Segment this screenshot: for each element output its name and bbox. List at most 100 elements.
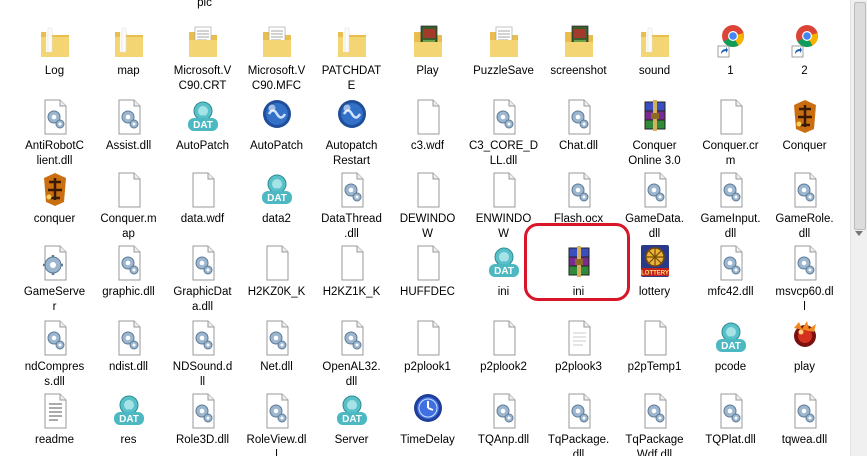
file-item[interactable]: Autopatch Restart [315,97,388,169]
file-item[interactable]: Microsoft.V C90.MFC [240,22,313,94]
file-item[interactable]: H2KZ1K_K [315,243,388,315]
file-item[interactable]: conquer [18,170,91,242]
file-item[interactable]: Conquer Online 3.0 [618,97,691,169]
file-item-label: data.wdf [180,213,225,225]
file-item[interactable]: Role3D.dll [166,391,239,456]
file-item-label: ndist.dll [109,361,148,373]
file-item-label: tqwea.dll [781,434,828,446]
file-item[interactable]: Conquer [768,97,841,169]
blank-file-icon [336,243,368,283]
blank-file-icon [261,243,293,283]
dll-file-icon [261,318,293,358]
file-item[interactable]: tqwea.dll [768,391,841,456]
file-item[interactable]: 2 [768,22,841,94]
file-item[interactable]: play [768,318,841,390]
scroll-thumb[interactable] [854,2,866,230]
file-item[interactable]: DAT res [92,391,165,456]
file-item[interactable]: 1 [694,22,767,94]
file-item[interactable]: Microsoft.V C90.CRT [166,22,239,94]
file-item[interactable]: TimeDelay [391,391,464,456]
file-item[interactable]: DEWINDO W [391,170,464,242]
vertical-scrollbar[interactable] [850,0,867,456]
dat-file-icon: DAT [113,391,145,431]
file-item[interactable]: map [92,22,165,94]
file-item-label: Flash.ocx [553,213,604,225]
file-view[interactable]: pic Log map Microsoft.V C90.CRT Microsoft.V… [0,0,850,456]
file-item[interactable]: p2plook1 [391,318,464,390]
file-item[interactable]: H2KZ0K_K [240,243,313,315]
file-item[interactable]: p2pTemp1 [618,318,691,390]
dat-file-icon: DAT [336,391,368,431]
file-item[interactable]: p2plook3 [542,318,615,390]
file-item-label: GameData. dll [625,213,684,240]
file-item[interactable]: ini [542,243,615,315]
file-item-label: H2KZ0K_K [247,286,306,298]
file-item[interactable]: p2plook2 [467,318,540,390]
file-item[interactable]: readme [18,391,91,456]
file-item[interactable]: GameData. dll [618,170,691,242]
file-item[interactable]: C3_CORE_D LL.dll [467,97,540,169]
conquer-app-icon [39,170,71,210]
file-item[interactable]: ndCompres s.dll [18,318,91,390]
file-item[interactable]: Net.dll [240,318,313,390]
folder-icon [336,22,368,62]
file-item[interactable]: screenshot [542,22,615,94]
file-item[interactable]: OpenAL32. dll [315,318,388,390]
scroll-down-arrow-icon[interactable] [855,231,863,236]
file-item[interactable]: Conquer.m ap [92,170,165,242]
file-item-label: GameServe r [23,286,86,313]
file-item[interactable]: GameServe r [18,243,91,315]
file-item[interactable]: graphic.dll [92,243,165,315]
file-item[interactable]: ENWINDO W [467,170,540,242]
svg-text:LOTTERY: LOTTERY [641,271,669,277]
file-item-label: screenshot [550,65,607,77]
file-item-label: play [793,361,816,373]
file-item[interactable]: NDSound.d ll [166,318,239,390]
file-item[interactable]: PATCHDAT E [315,22,388,94]
file-item[interactable]: DAT Server [315,391,388,456]
file-item[interactable]: LOTTERY lottery [618,243,691,315]
file-item[interactable]: DAT pcode [694,318,767,390]
file-item[interactable]: Conquer.cr m [694,97,767,169]
file-item[interactable]: msvcp60.dl l [768,243,841,315]
file-item[interactable]: Log [18,22,91,94]
file-item[interactable]: HUFFDEC [391,243,464,315]
document-file-icon [563,318,595,358]
file-item[interactable]: TqPackage. dll [542,391,615,456]
file-item[interactable]: AntiRobotC lient.dll [18,97,91,169]
dll-file-icon [113,243,145,283]
file-item-label: Conquer.m ap [100,213,157,240]
file-item[interactable]: RoleView.dl l [240,391,313,456]
file-item[interactable]: mfc42.dll [694,243,767,315]
file-item[interactable]: DAT ini [467,243,540,315]
file-item[interactable]: ndist.dll [92,318,165,390]
file-item[interactable]: TQPlat.dll [694,391,767,456]
lottery-app-icon: LOTTERY [639,243,671,283]
file-item[interactable]: Chat.dll [542,97,615,169]
file-item[interactable]: AutoPatch [240,97,313,169]
file-item[interactable]: sound [618,22,691,94]
file-item[interactable]: Flash.ocx [542,170,615,242]
file-item-label: Log [44,65,65,77]
file-item[interactable]: GameInput. dll [694,170,767,242]
file-item[interactable]: Play [391,22,464,94]
dll-file-icon [563,170,595,210]
file-item-label: Conquer [782,140,827,152]
file-item-label: res [120,434,137,446]
file-item-label: conquer [33,213,76,225]
file-item[interactable]: data.wdf [166,170,239,242]
file-item[interactable]: DataThread .dll [315,170,388,242]
file-item[interactable]: Assist.dll [92,97,165,169]
file-item[interactable]: PuzzleSave [467,22,540,94]
file-item[interactable]: DAT data2 [240,170,313,242]
file-item[interactable]: GraphicDat a.dll [166,243,239,315]
dll-file-icon [39,318,71,358]
folder-icon [39,22,71,62]
file-item[interactable]: TQAnp.dll [467,391,540,456]
file-item[interactable]: TqPackage Wdf.dll [618,391,691,456]
file-item[interactable]: GameRole. dll [768,170,841,242]
dat-file-icon: DAT [488,243,520,283]
file-item[interactable]: DAT AutoPatch [166,97,239,169]
file-item[interactable]: c3.wdf [391,97,464,169]
file-item-label: Autopatch Restart [325,140,378,167]
